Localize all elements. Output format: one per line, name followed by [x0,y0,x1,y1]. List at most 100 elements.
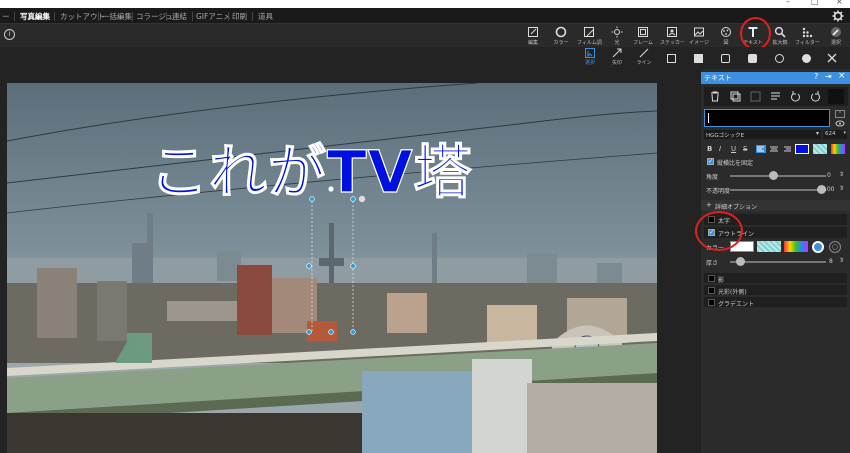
trash-icon[interactable] [710,91,720,102]
rounded-rect-outline-icon[interactable] [721,54,730,63]
strikethrough-button[interactable]: S [743,145,747,153]
sub-toolbar: 選択 矢印 ライン [0,47,850,69]
gradient-swatch[interactable] [831,144,845,154]
menu-item-print[interactable]: 印刷 [232,11,247,22]
rectangle-filled-icon[interactable] [694,54,703,63]
font-select[interactable]: HGGゴシックE ▾ [704,130,821,139]
thickness-value: 8 [829,258,833,265]
angle-slider-thumb[interactable] [769,171,778,180]
menu-separator [228,12,229,21]
rotate-left-icon[interactable] [790,91,801,102]
glow-checkbox[interactable] [708,287,715,294]
underline-button[interactable]: U [731,145,736,153]
edit-icon [528,27,538,37]
sticker-icon [667,27,677,37]
align-center-icon[interactable] [769,145,779,153]
effect-label: 光彩(外側) [718,289,747,296]
align-right-icon[interactable] [782,145,792,153]
effect-row-glow[interactable]: 光彩(外側) [704,285,847,296]
tool-film[interactable]: フィルム調 [577,26,602,47]
close-icon[interactable] [827,53,837,63]
tool-sticker[interactable]: ステッカー [660,26,686,47]
tool-image[interactable]: イメージ [687,26,711,47]
subtool-select[interactable]: 選択 [578,48,602,69]
pattern-swatch[interactable] [813,144,827,154]
sun-icon [611,26,623,38]
tool-color[interactable]: カラー [549,26,573,47]
duplicate-icon[interactable] [730,91,741,102]
layer-icon[interactable] [750,91,761,102]
subtool-arrow[interactable]: 矢印 [605,48,629,69]
menu-item-combine[interactable]: 連結 [172,11,187,22]
color-icon [555,26,567,38]
keep-ratio-checkbox[interactable]: ✓ [707,158,714,165]
menu-item-partial[interactable]: ー [2,11,10,22]
stepper-icon[interactable]: ⇕ [839,185,844,192]
text-input-field[interactable] [704,109,830,127]
window-titlebar: – □ × [0,0,850,8]
subtool-line[interactable]: ライン [632,48,656,69]
rotate-right-icon[interactable] [810,91,821,102]
pin-icon[interactable]: ⇥ [825,72,832,81]
arrow-icon [612,48,622,58]
menu-item-collage[interactable]: コラージュ [136,11,173,22]
tool-label: フレーム [633,40,653,46]
bold-button[interactable]: B [707,145,712,153]
tool-label: 編集 [527,40,538,46]
gear-icon[interactable] [832,10,844,22]
tool-label: ステッカー [660,40,686,46]
tool-edit[interactable]: 編集 [521,26,545,47]
circle-outline-icon[interactable] [775,54,784,63]
eye-icon[interactable] [835,120,845,127]
help-icon[interactable]: ? [814,72,818,81]
tool-pattern[interactable]: 図 [714,26,738,47]
menu-item-tools[interactable]: 道具 [258,11,273,22]
menu-separator [98,12,99,21]
info-icon[interactable]: i [4,29,15,40]
thickness-label: 厚さ [706,260,719,267]
effect-row-gradient[interactable]: グラデエント [704,297,847,308]
italic-button[interactable]: I [719,145,721,153]
outline-style-solid-option[interactable] [829,241,841,253]
close-button[interactable]: × [836,0,843,6]
menu-item-photo-edit[interactable]: 写真編集 [20,11,50,22]
maximize-button[interactable]: □ [811,0,819,6]
photo-canvas[interactable]: これがTV塔 [7,83,657,453]
outline-style-glow-option[interactable] [812,241,824,253]
text-color-swatch[interactable] [795,144,809,154]
outline-gradient-swatch[interactable] [784,241,808,252]
effect-row-shadow[interactable]: 影 [704,273,847,284]
menu-item-batch-edit[interactable]: 一括編集 [102,11,132,22]
text-scroll-icon[interactable]: ⌃ [835,110,845,118]
menu-separator [132,12,133,21]
subtool-label: ライン [636,60,652,66]
font-size-select[interactable]: 624 ▾ [823,130,847,139]
tool-filter[interactable]: フィルター [795,26,820,47]
angle-value: 0 [827,172,831,179]
minimize-button[interactable]: – [786,0,790,6]
canvas-overlay-text[interactable]: これがTV塔 [149,142,472,201]
rectangle-outline-icon[interactable] [667,54,676,63]
tool-select[interactable]: 選択 [824,26,848,47]
align-list-icon[interactable] [770,91,781,102]
opacity-slider-track[interactable] [730,189,826,191]
stepper-icon[interactable]: ⇕ [839,171,844,178]
detail-options-header[interactable]: + 詳細オプション [701,200,850,211]
circle-filled-icon[interactable] [802,54,811,63]
thickness-slider-thumb[interactable] [736,257,745,266]
panel-close-icon[interactable]: × [838,71,846,81]
line-icon [639,48,649,58]
shadow-checkbox[interactable] [708,275,715,282]
tool-frame[interactable]: フレーム [631,26,655,47]
align-left-icon[interactable] [756,145,766,153]
gradient-checkbox[interactable] [708,299,715,306]
tool-zoom[interactable]: 拡大鏡 [768,26,792,47]
outline-pattern-swatch[interactable] [757,241,781,252]
tool-light[interactable]: 光 [605,26,629,47]
menu-item-gif[interactable]: GIFアニメ [196,11,231,22]
angle-slider-track[interactable] [730,175,826,177]
brush-icon [831,27,841,37]
stepper-icon[interactable]: ⇕ [839,257,844,264]
rounded-rect-filled-icon[interactable] [748,54,757,63]
highlight-circle-text-tool [740,17,771,50]
